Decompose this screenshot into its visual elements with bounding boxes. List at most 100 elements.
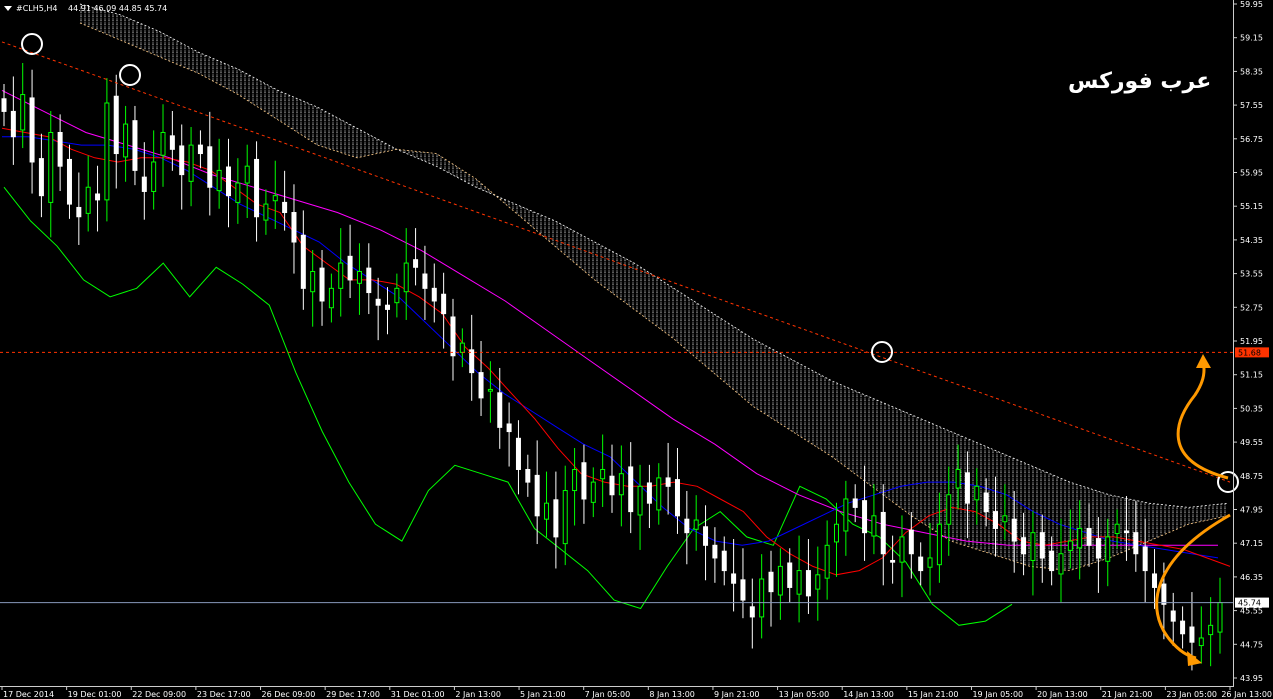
time-tick-label: 2 Jan 13:00 (455, 690, 501, 699)
time-tick-label: 17 Dec 2014 (3, 690, 54, 699)
time-tick-label: 23 Dec 17:00 (197, 690, 251, 699)
candle-body (254, 158, 260, 218)
candle-body (768, 571, 774, 593)
candle-body (85, 186, 91, 214)
time-tick-label: 23 Jan 05:00 (1166, 690, 1217, 699)
candle-body (796, 570, 802, 595)
candle-body (272, 195, 278, 202)
candle-body (843, 498, 849, 532)
time-tick-label: 26 Jan 13:00 (1221, 690, 1272, 699)
candle-body (637, 485, 643, 516)
price-tick-label: 44.75 (1240, 640, 1263, 649)
candle-body (1, 98, 7, 112)
candle-body (777, 565, 783, 596)
candle-body (684, 518, 690, 534)
time-tick-label: 22 Dec 09:00 (132, 690, 186, 699)
candle-body (600, 468, 606, 480)
price-tick-label: 59.95 (1240, 0, 1263, 9)
candle-body (1049, 550, 1055, 572)
time-tick-label: 8 Jan 13:00 (649, 690, 695, 699)
time-tick-label: 31 Dec 01:00 (391, 690, 445, 699)
candle-body (310, 270, 316, 293)
candle-body (282, 201, 288, 214)
candle-body (29, 97, 35, 163)
candle-body (805, 570, 811, 597)
price-tick-label: 47.95 (1240, 506, 1263, 515)
candle-body (57, 131, 63, 167)
price-tick-label: 51.95 (1240, 337, 1263, 346)
time-tick-label: 26 Dec 09:00 (262, 690, 316, 699)
candle-body (890, 559, 896, 563)
candle-body (581, 462, 587, 500)
time-tick-label: 9 Jan 21:00 (714, 690, 760, 699)
candle-body (403, 262, 409, 293)
candle-body (366, 267, 372, 294)
candle-body (338, 262, 344, 289)
candle-body (862, 500, 868, 534)
time-tick-label: 5 Jan 21:00 (520, 690, 566, 699)
candle-body (908, 529, 914, 555)
candle-body (1039, 532, 1045, 559)
candle-body (609, 475, 615, 496)
candle-body (328, 287, 334, 309)
time-tick-label: 7 Jan 05:00 (585, 690, 631, 699)
candle-body (740, 579, 746, 601)
time-tick-label: 20 Jan 13:00 (1037, 690, 1088, 699)
candle-body (1189, 626, 1195, 643)
candle-body (731, 573, 737, 584)
candle-body (880, 511, 886, 555)
candle-body (197, 144, 203, 155)
candle-body (553, 499, 559, 538)
candle-body (375, 298, 381, 306)
candle-body (721, 550, 727, 572)
time-tick-label: 29 Dec 17:00 (326, 690, 380, 699)
candle-body (824, 544, 830, 579)
price-tick-label: 49.55 (1240, 438, 1263, 447)
candle-body (656, 477, 662, 511)
candle-body (1021, 537, 1027, 555)
candle-body (1152, 573, 1158, 588)
candle-body (319, 267, 325, 302)
price-chart[interactable]: 59.95 59.15 58.35 57.55 56.75 55.95 55.15 54.35… (0, 0, 1273, 699)
candle-body (141, 176, 147, 192)
candle-body (95, 193, 101, 201)
candle-body (1058, 553, 1064, 575)
candle-body (1133, 532, 1139, 555)
candle-body (525, 468, 531, 483)
candle-body (207, 146, 213, 188)
candle-body (160, 131, 166, 156)
candle-body (946, 494, 952, 525)
candle-body (113, 95, 119, 155)
candle-body (674, 479, 680, 517)
price-tick-label: 55.15 (1240, 202, 1263, 211)
candle-body (1067, 540, 1073, 551)
candle-body (852, 498, 858, 508)
candle-body (1077, 527, 1083, 549)
candle-body (665, 477, 671, 487)
candle-body (833, 523, 839, 543)
time-tick-label: 19 Jan 05:00 (972, 690, 1023, 699)
candle-body (693, 519, 699, 530)
candle-body (1095, 538, 1101, 559)
candle-body (422, 273, 428, 289)
price-tick-label: 57.55 (1240, 101, 1263, 110)
candle-body (225, 166, 231, 197)
candle-body (169, 135, 175, 150)
candle-body (235, 182, 241, 203)
candle-body (38, 158, 44, 197)
time-tick-label: 21 Jan 21:00 (1102, 690, 1153, 699)
candle-body (515, 437, 521, 470)
candle-body (263, 203, 269, 221)
time-tick-label: 13 Jan 05:00 (779, 690, 830, 699)
candle-body (179, 145, 185, 176)
candle-body (562, 490, 568, 545)
candle-body (151, 161, 157, 192)
candle-body (871, 515, 877, 537)
chart-background (0, 0, 1273, 699)
candle-body (899, 536, 905, 563)
price-tick-label: 48.75 (1240, 472, 1263, 481)
candle-body (918, 556, 924, 572)
price-tick-label: 47.15 (1240, 539, 1263, 548)
candle-body (104, 102, 110, 201)
candle-body (1030, 532, 1036, 561)
